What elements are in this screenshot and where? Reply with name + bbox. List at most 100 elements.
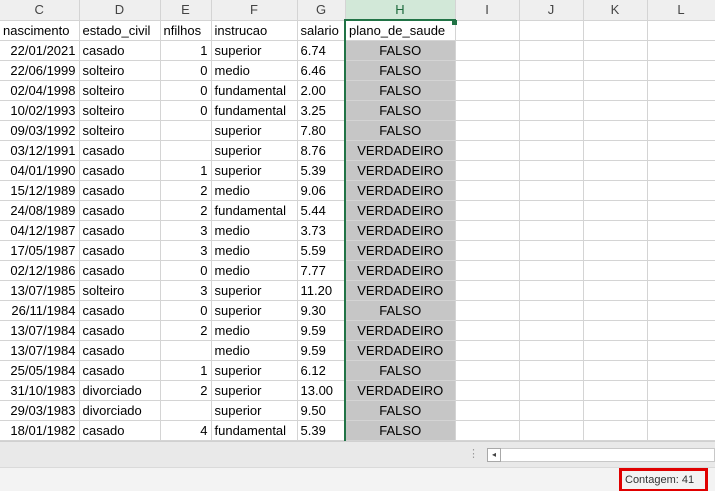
header-cell-nascimento[interactable]: nascimento xyxy=(0,20,80,41)
table-cell[interactable]: 9.06 xyxy=(297,180,346,201)
column-header-f[interactable]: F xyxy=(211,0,298,21)
table-cell[interactable]: 0 xyxy=(160,60,212,81)
empty-cell[interactable] xyxy=(647,200,715,221)
empty-cell[interactable] xyxy=(583,400,648,421)
empty-cell[interactable] xyxy=(519,120,584,141)
empty-cell[interactable] xyxy=(583,220,648,241)
table-cell[interactable]: medio xyxy=(211,240,298,261)
table-cell[interactable]: 10/02/1993 xyxy=(0,100,80,121)
table-cell[interactable]: 11.20 xyxy=(297,280,346,301)
table-cell[interactable] xyxy=(160,140,212,161)
table-cell[interactable]: VERDADEIRO xyxy=(344,240,456,261)
table-cell[interactable]: FALSO xyxy=(344,80,456,101)
empty-cell[interactable] xyxy=(583,160,648,181)
empty-cell[interactable] xyxy=(455,220,520,241)
table-cell[interactable]: casado xyxy=(79,200,161,221)
empty-cell[interactable] xyxy=(647,100,715,121)
table-cell[interactable]: FALSO xyxy=(344,300,456,321)
table-cell[interactable]: FALSO xyxy=(344,40,456,61)
empty-cell[interactable] xyxy=(647,360,715,381)
fill-handle[interactable] xyxy=(452,20,457,25)
table-cell[interactable]: divorciado xyxy=(79,380,161,401)
header-cell-nfilhos[interactable]: nfilhos xyxy=(160,20,212,41)
table-cell[interactable]: 02/12/1986 xyxy=(0,260,80,281)
empty-cell[interactable] xyxy=(455,60,520,81)
table-cell[interactable]: casado xyxy=(79,240,161,261)
table-cell[interactable]: superior xyxy=(211,300,298,321)
column-header-j[interactable]: J xyxy=(519,0,584,21)
table-cell[interactable]: divorciado xyxy=(79,400,161,421)
empty-cell[interactable] xyxy=(583,140,648,161)
empty-cell[interactable] xyxy=(583,380,648,401)
header-cell-instrucao[interactable]: instrucao xyxy=(211,20,298,41)
empty-cell[interactable] xyxy=(647,40,715,61)
table-cell[interactable]: 03/12/1991 xyxy=(0,140,80,161)
table-cell[interactable]: 13/07/1984 xyxy=(0,320,80,341)
table-cell[interactable]: 25/05/1984 xyxy=(0,360,80,381)
empty-cell[interactable] xyxy=(455,240,520,261)
table-cell[interactable]: VERDADEIRO xyxy=(344,160,456,181)
column-header-d[interactable]: D xyxy=(79,0,161,21)
table-cell[interactable]: casado xyxy=(79,160,161,181)
empty-cell[interactable] xyxy=(647,380,715,401)
empty-cell[interactable] xyxy=(455,200,520,221)
header-cell-plano-de-saude[interactable]: plano_de_saude xyxy=(344,20,456,41)
table-cell[interactable]: superior xyxy=(211,140,298,161)
table-cell[interactable]: 0 xyxy=(160,80,212,101)
table-cell[interactable]: superior xyxy=(211,40,298,61)
table-cell[interactable]: 1 xyxy=(160,360,212,381)
table-cell[interactable]: medio xyxy=(211,260,298,281)
table-cell[interactable]: VERDADEIRO xyxy=(344,140,456,161)
table-cell[interactable]: 2.00 xyxy=(297,80,346,101)
table-cell[interactable]: fundamental xyxy=(211,200,298,221)
empty-cell[interactable] xyxy=(519,220,584,241)
table-cell[interactable]: 5.59 xyxy=(297,240,346,261)
table-cell[interactable]: 22/06/1999 xyxy=(0,60,80,81)
table-cell[interactable]: 3.73 xyxy=(297,220,346,241)
table-cell[interactable]: superior xyxy=(211,360,298,381)
table-cell[interactable]: superior xyxy=(211,120,298,141)
empty-cell[interactable] xyxy=(519,300,584,321)
header-cell-salario[interactable]: salario xyxy=(297,20,346,41)
table-cell[interactable]: casado xyxy=(79,40,161,61)
empty-cell[interactable] xyxy=(583,320,648,341)
empty-cell[interactable] xyxy=(647,160,715,181)
empty-cell[interactable] xyxy=(519,320,584,341)
table-cell[interactable]: 3 xyxy=(160,280,212,301)
spreadsheet-grid[interactable]: C D E F G H I J K L nascimento estado_ci… xyxy=(0,0,715,441)
table-cell[interactable]: 2 xyxy=(160,380,212,401)
table-cell[interactable]: 3 xyxy=(160,220,212,241)
table-cell[interactable]: VERDADEIRO xyxy=(344,260,456,281)
empty-cell[interactable] xyxy=(455,20,520,41)
table-cell[interactable]: fundamental xyxy=(211,420,298,441)
table-cell[interactable]: 6.46 xyxy=(297,60,346,81)
empty-cell[interactable] xyxy=(519,20,584,41)
table-cell[interactable]: 0 xyxy=(160,300,212,321)
table-cell[interactable]: casado xyxy=(79,340,161,361)
table-cell[interactable]: VERDADEIRO xyxy=(344,220,456,241)
empty-cell[interactable] xyxy=(583,200,648,221)
empty-cell[interactable] xyxy=(455,120,520,141)
table-cell[interactable]: VERDADEIRO xyxy=(344,200,456,221)
empty-cell[interactable] xyxy=(647,320,715,341)
empty-cell[interactable] xyxy=(455,320,520,341)
empty-cell[interactable] xyxy=(519,240,584,261)
empty-cell[interactable] xyxy=(455,300,520,321)
empty-cell[interactable] xyxy=(455,420,520,441)
table-cell[interactable]: FALSO xyxy=(344,420,456,441)
empty-cell[interactable] xyxy=(647,420,715,441)
table-cell[interactable]: fundamental xyxy=(211,80,298,101)
table-cell[interactable]: 04/12/1987 xyxy=(0,220,80,241)
table-cell[interactable]: 13/07/1984 xyxy=(0,340,80,361)
table-cell[interactable]: 9.50 xyxy=(297,400,346,421)
table-cell[interactable]: FALSO xyxy=(344,100,456,121)
scroll-left-button[interactable]: ◂ xyxy=(487,448,501,462)
empty-cell[interactable] xyxy=(519,60,584,81)
table-cell[interactable]: solteiro xyxy=(79,120,161,141)
table-cell[interactable]: FALSO xyxy=(344,360,456,381)
table-cell[interactable]: 2 xyxy=(160,180,212,201)
table-cell[interactable]: casado xyxy=(79,360,161,381)
table-cell[interactable]: medio xyxy=(211,220,298,241)
empty-cell[interactable] xyxy=(519,420,584,441)
empty-cell[interactable] xyxy=(583,420,648,441)
